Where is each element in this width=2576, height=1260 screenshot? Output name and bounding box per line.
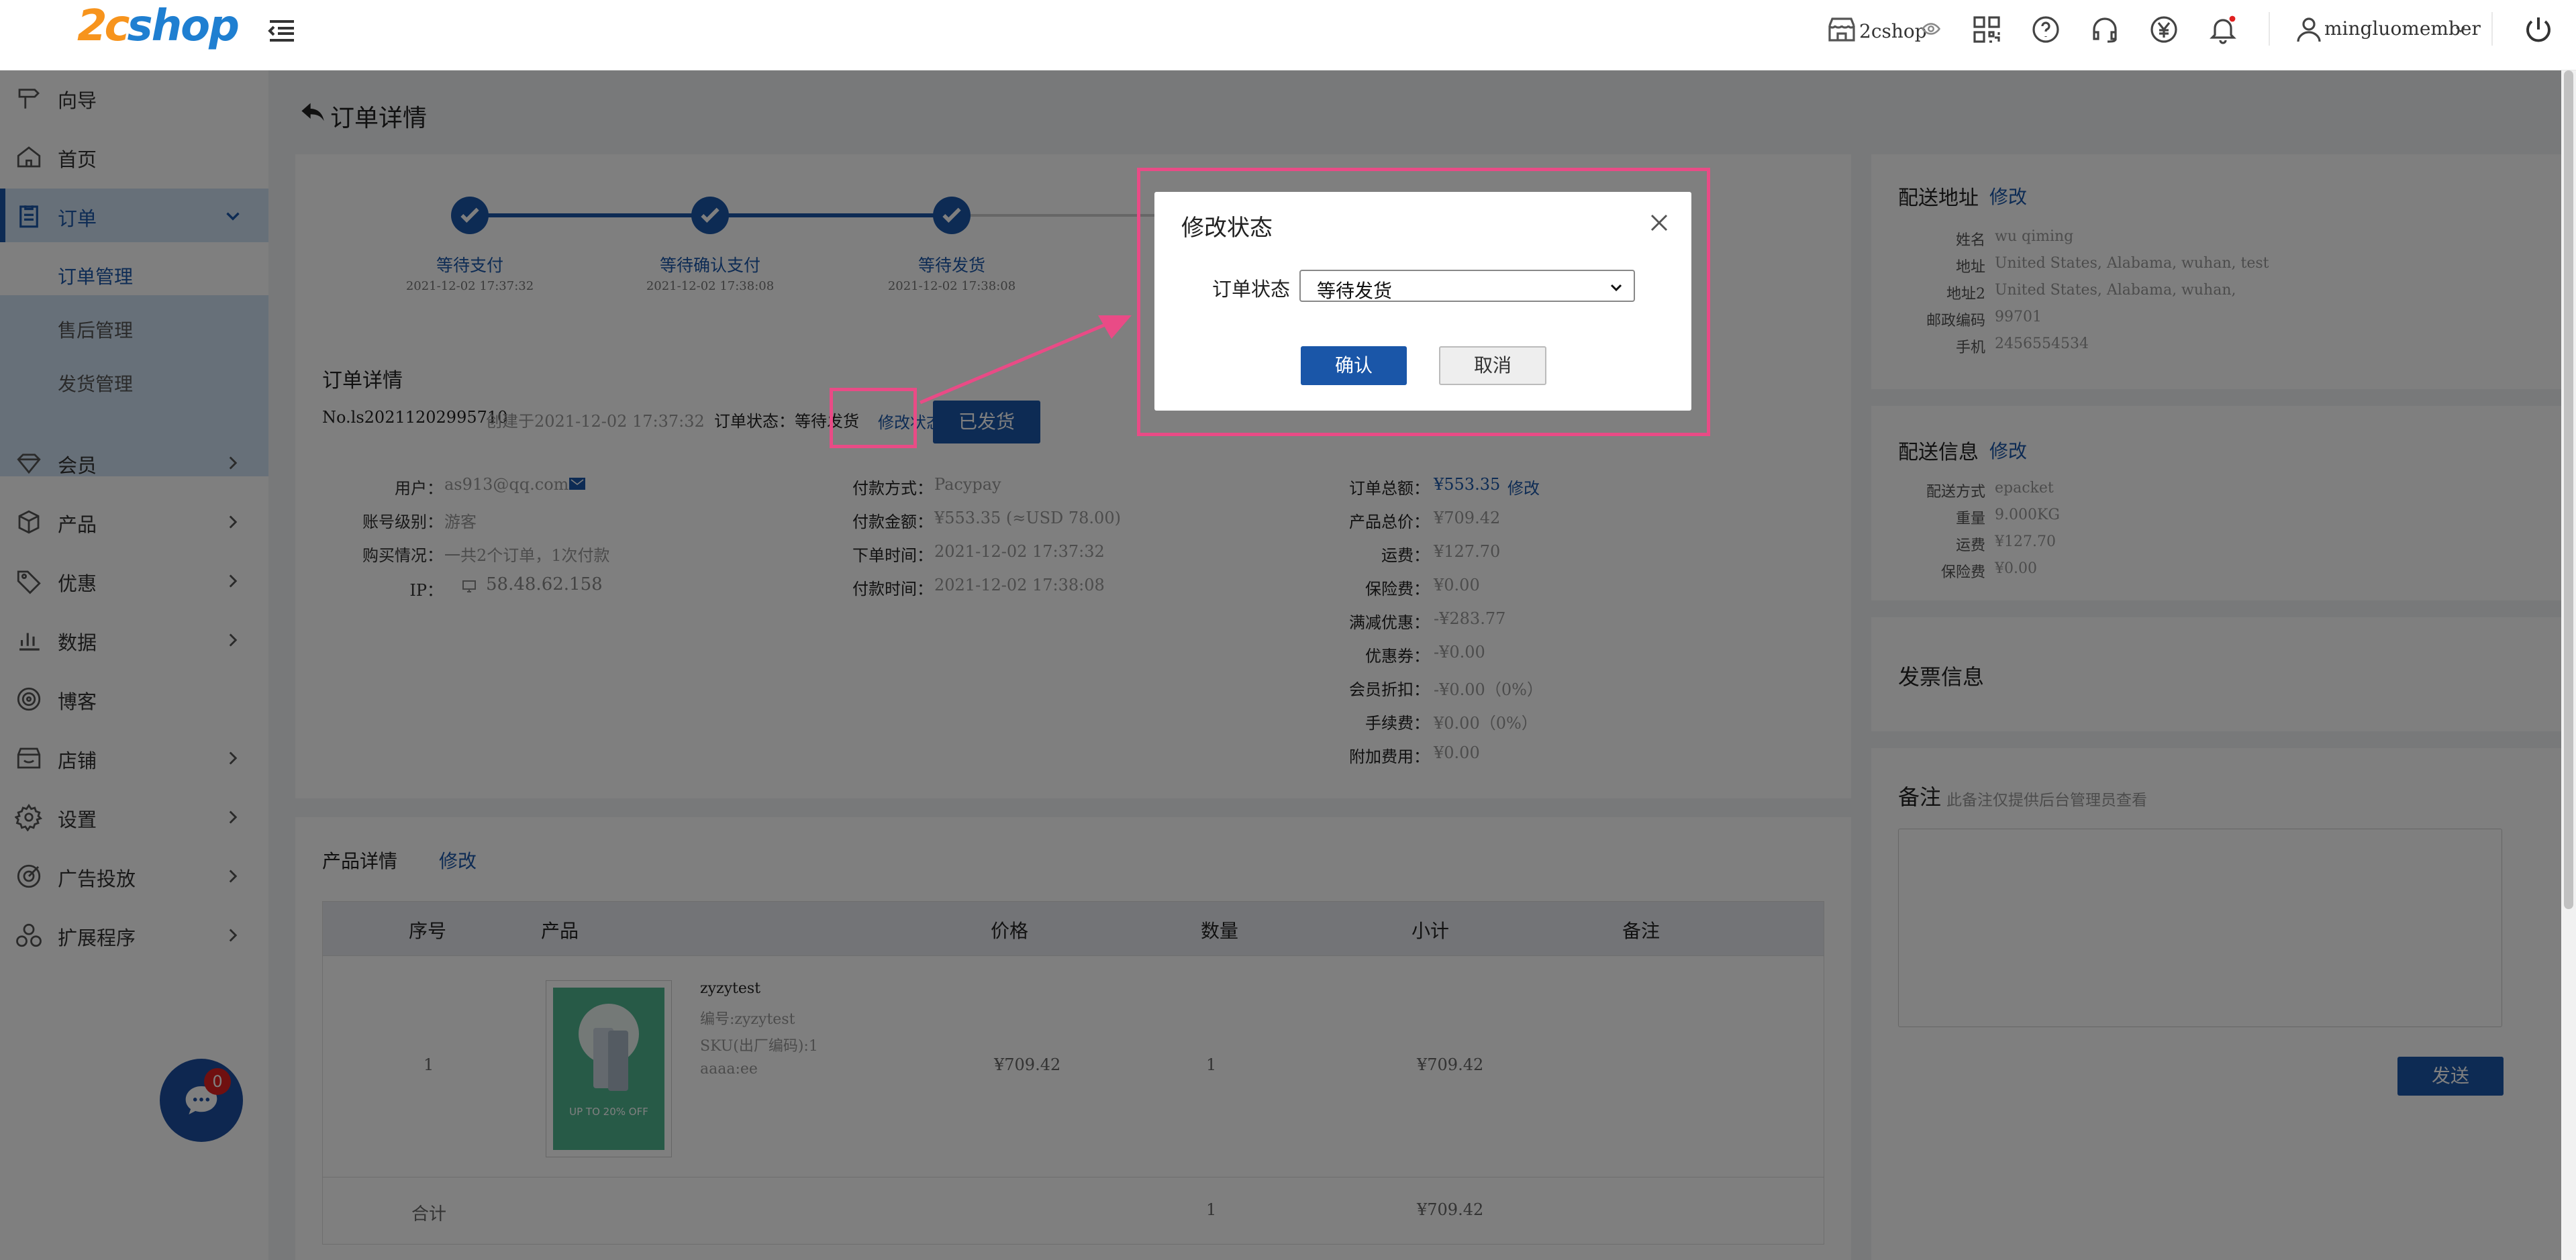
dialog-highlight-box <box>1137 168 1710 436</box>
currency-icon[interactable] <box>2148 13 2180 46</box>
header-divider <box>2269 12 2270 46</box>
help-icon[interactable] <box>2030 13 2062 46</box>
power-icon[interactable] <box>2522 13 2555 46</box>
logo[interactable]: 2c shop <box>77 1 240 51</box>
header-divider <box>2491 12 2493 46</box>
modify-status-highlight-box <box>830 388 917 448</box>
customer-service-icon[interactable] <box>2089 13 2121 46</box>
chevron-down-icon[interactable] <box>2453 21 2469 38</box>
user-icon[interactable] <box>2293 13 2325 46</box>
scrollbar[interactable] <box>2561 70 2576 1260</box>
menu-toggle-icon[interactable] <box>266 15 298 47</box>
notification-bell-icon[interactable] <box>2207 13 2239 46</box>
top-header: 2c shop 2cshop mingluomember <box>0 0 2576 70</box>
qrcode-icon[interactable] <box>1971 13 2003 46</box>
store-icon[interactable] <box>1826 13 1858 46</box>
highlight-arrow <box>920 315 1132 405</box>
scrollbar-thumb[interactable] <box>2564 70 2573 909</box>
eye-icon[interactable] <box>1921 19 1941 39</box>
store-name[interactable]: 2cshop <box>1859 20 1927 42</box>
